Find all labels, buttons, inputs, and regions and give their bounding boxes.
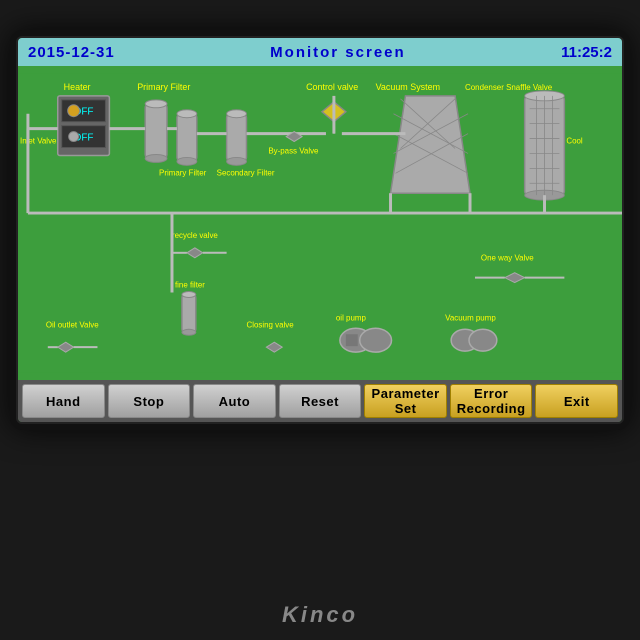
svg-text:Primary Filter: Primary Filter (137, 82, 190, 92)
button-bar: Hand Stop Auto Reset Parameter Set Error… (18, 380, 622, 422)
header-date: 2015-12-31 (28, 44, 115, 61)
parameter-set-button[interactable]: Parameter Set (364, 384, 447, 418)
process-diagram: Heater Primary Filter Control valve Vacu… (18, 66, 622, 380)
svg-text:Heater: Heater (64, 82, 91, 92)
svg-text:recycle valve: recycle valve (172, 231, 218, 240)
svg-text:Control valve: Control valve (306, 82, 358, 92)
exit-button[interactable]: Exit (535, 384, 618, 418)
svg-text:Primary Filter: Primary Filter (159, 168, 207, 177)
svg-text:Cool: Cool (566, 137, 583, 146)
reset-button[interactable]: Reset (279, 384, 362, 418)
auto-button[interactable]: Auto (193, 384, 276, 418)
brand-area: Kinco (282, 590, 358, 640)
monitor-frame: 2015-12-31 Monitor screen 11:25:2 Heater… (10, 30, 630, 430)
header-bar: 2015-12-31 Monitor screen 11:25:2 (18, 38, 622, 66)
error-recording-button[interactable]: Error Recording (450, 384, 533, 418)
header-time: 11:25:2 (561, 44, 612, 61)
svg-text:Closing valve: Closing valve (246, 320, 294, 329)
svg-text:Vacuum pump: Vacuum pump (445, 313, 496, 322)
svg-text:Inlet Valve: Inlet Valve (20, 137, 57, 146)
svg-text:One way Valve: One way Valve (481, 254, 534, 263)
svg-text:Oil outlet Valve: Oil outlet Valve (46, 320, 99, 329)
svg-text:Secondary Filter: Secondary Filter (217, 168, 275, 177)
hand-button[interactable]: Hand (22, 384, 105, 418)
main-diagram: Heater Primary Filter Control valve Vacu… (18, 66, 622, 380)
header-title: Monitor screen (270, 44, 406, 61)
svg-text:oil pump: oil pump (336, 313, 367, 322)
svg-text:fine filter: fine filter (175, 281, 205, 290)
screen: 2015-12-31 Monitor screen 11:25:2 Heater… (16, 36, 624, 424)
svg-text:By-pass Valve: By-pass Valve (268, 146, 319, 155)
svg-text:Vacuum System: Vacuum System (376, 82, 440, 92)
brand-name: Kinco (282, 602, 358, 628)
stop-button[interactable]: Stop (108, 384, 191, 418)
